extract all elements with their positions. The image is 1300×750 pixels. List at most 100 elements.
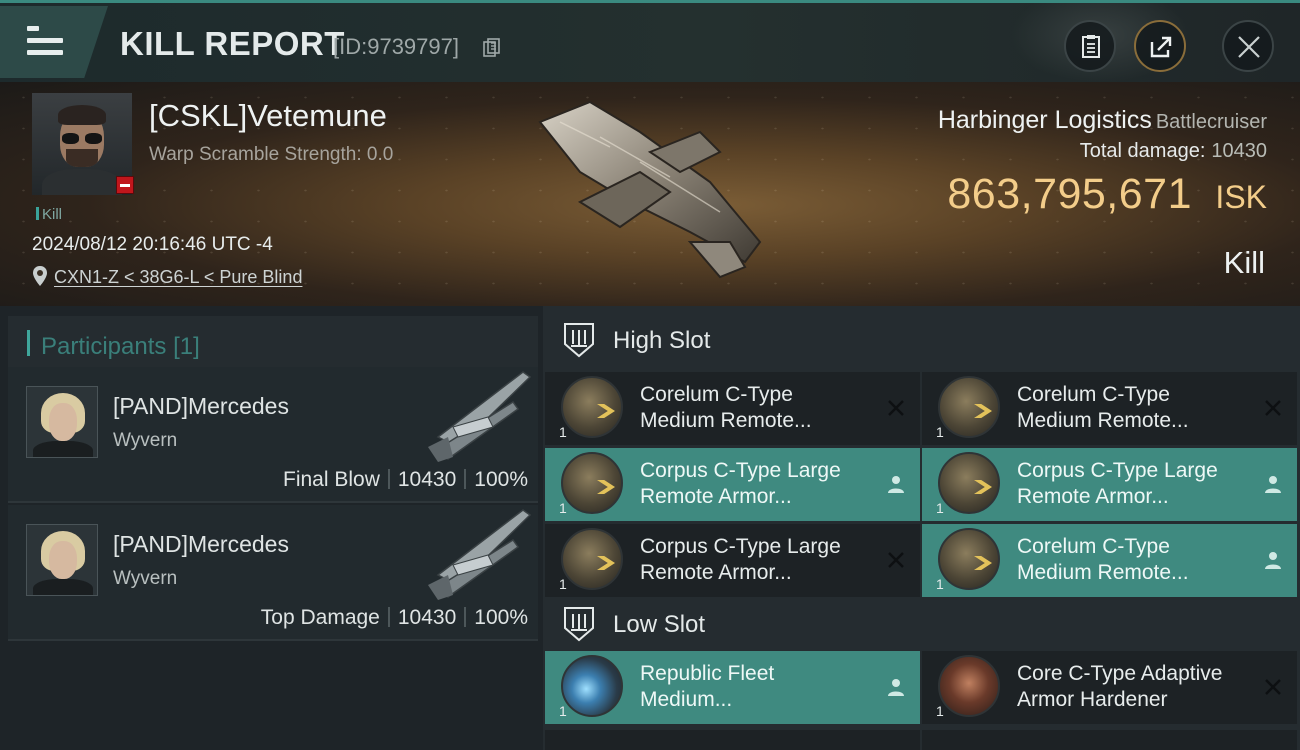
kill-tag: Kill xyxy=(36,206,62,223)
module-icon xyxy=(561,452,623,514)
participant-row[interactable]: [PAND]Mercedes Wyvern Final Blow 10430 100… xyxy=(8,367,538,503)
destroyed-icon xyxy=(1265,679,1281,695)
module-item[interactable]: 1 Core C-Type Adaptive Armor Hardener xyxy=(922,651,1297,724)
low-slot-header: Low Slot xyxy=(543,590,1300,658)
share-button[interactable] xyxy=(1134,20,1186,72)
module-icon xyxy=(561,655,623,717)
isk-unit: ISK xyxy=(1215,179,1267,215)
participant-role: Final Blow xyxy=(283,468,380,491)
participant-ship: Wyvern xyxy=(113,430,178,451)
location-link[interactable]: CXN1-Z < 38G6-L < Pure Blind xyxy=(54,267,302,288)
share-icon xyxy=(1150,36,1172,58)
module-item[interactable]: 1 Corelum C-Type Medium Remote... xyxy=(922,372,1297,445)
dropped-person-icon xyxy=(888,476,904,493)
module-name-line2: Remote Armor... xyxy=(640,561,792,584)
report-id: [ID:9739797] xyxy=(333,34,459,59)
module-icon xyxy=(561,528,623,590)
module-name: Corpus C-Type Large Remote Armor... xyxy=(640,458,870,510)
dropped-person-icon xyxy=(1265,552,1281,569)
kill-type: Kill xyxy=(1223,245,1265,280)
total-damage-value: 10430 xyxy=(1211,140,1267,162)
warp-scramble-strength: Warp Scramble Strength: 0.0 xyxy=(149,144,394,165)
location-pin-icon xyxy=(33,266,47,286)
dropped-person-icon xyxy=(888,679,904,696)
module-name-line1: Corpus C-Type Large xyxy=(640,535,841,558)
module-icon xyxy=(938,376,1000,438)
module-name-line1: Core C-Type Adaptive xyxy=(1017,662,1223,685)
module-name-line1: Corpus C-Type Large xyxy=(640,459,841,482)
high-slot-icon xyxy=(564,323,594,358)
participant-role: Top Damage xyxy=(260,606,380,629)
module-name: Corelum C-Type Medium Remote... xyxy=(1017,534,1247,586)
module-item-partial[interactable] xyxy=(922,730,1297,750)
module-name-line1: Corelum C-Type xyxy=(1017,383,1170,406)
module-name-line2: Medium Remote... xyxy=(1017,409,1189,432)
module-name-line2: Remote Armor... xyxy=(1017,485,1169,508)
module-name-line1: Corelum C-Type xyxy=(640,383,793,406)
close-icon xyxy=(1238,36,1260,58)
destroyed-icon xyxy=(888,552,904,568)
copy-icon[interactable] xyxy=(483,38,501,58)
ship-name-text: Harbinger Logistics xyxy=(937,106,1152,134)
isk-value: 863,795,671 xyxy=(947,170,1192,218)
kill-time: 2024/08/12 20:16:46 UTC -4 xyxy=(32,234,273,255)
victim-name[interactable]: [CSKL]Vetemune xyxy=(149,98,387,134)
module-icon xyxy=(938,528,1000,590)
participants-title-text: Participants xyxy=(41,333,167,360)
participant-stats: Final Blow 10430 100% xyxy=(283,468,528,492)
module-item[interactable]: 1 Corpus C-Type Large Remote Armor... xyxy=(545,524,920,597)
module-name-line2: Medium Remote... xyxy=(1017,561,1189,584)
module-item[interactable]: 1 Corpus C-Type Large Remote Armor... xyxy=(922,448,1297,521)
module-name-line1: Corelum C-Type xyxy=(1017,535,1170,558)
participant-percent: 100% xyxy=(474,468,528,491)
total-damage-label: Total damage: xyxy=(1079,140,1206,162)
wyvern-ship-image xyxy=(428,509,532,600)
module-quantity: 1 xyxy=(559,703,567,719)
module-name: Corelum C-Type Medium Remote... xyxy=(1017,382,1247,434)
participant-portrait[interactable] xyxy=(26,386,98,458)
module-name: Core C-Type Adaptive Armor Hardener xyxy=(1017,661,1247,713)
wyvern-ship-image xyxy=(428,371,532,462)
participant-damage: 10430 xyxy=(397,606,457,629)
kill-banner: [CSKL]Vetemune Warp Scramble Strength: 0… xyxy=(0,82,1300,306)
module-name-line2: Medium... xyxy=(640,688,733,711)
module-name-line1: Republic Fleet xyxy=(640,662,775,685)
participants-header: Participants [1] xyxy=(8,316,538,370)
menu-button[interactable] xyxy=(0,6,108,78)
module-item[interactable]: 1 Corelum C-Type Medium Remote... xyxy=(922,524,1297,597)
module-name: Corelum C-Type Medium Remote... xyxy=(640,382,870,434)
module-icon xyxy=(938,655,1000,717)
page-title: KILL REPORT xyxy=(120,25,345,62)
module-icon xyxy=(938,452,1000,514)
participants-title: Participants [1] xyxy=(41,333,200,361)
module-item-partial[interactable] xyxy=(545,730,920,750)
participants-count: [1] xyxy=(173,333,200,360)
module-name-line1: Corpus C-Type Large xyxy=(1017,459,1218,482)
fitting-panel: High Slot 1 Corelum C-Type Medium Remote.… xyxy=(543,306,1300,750)
total-damage: Total damage: 10430 xyxy=(1080,140,1267,163)
participant-ship: Wyvern xyxy=(113,568,178,589)
module-item[interactable]: 1 Corelum C-Type Medium Remote... xyxy=(545,372,920,445)
ship-class: Battlecruiser xyxy=(1155,111,1267,133)
module-item[interactable]: 1 Corpus C-Type Large Remote Armor... xyxy=(545,448,920,521)
close-button[interactable] xyxy=(1222,20,1274,72)
standing-minus-icon xyxy=(116,176,134,194)
module-name-line2: Medium Remote... xyxy=(640,409,812,432)
module-quantity: 1 xyxy=(936,424,944,440)
module-quantity: 1 xyxy=(936,703,944,719)
participants-panel: Participants [1] [PAND]Mercedes Wyvern F… xyxy=(0,306,543,750)
clipboard-button[interactable] xyxy=(1064,20,1116,72)
module-item[interactable]: 1 Republic Fleet Medium... xyxy=(545,651,920,724)
module-quantity: 1 xyxy=(559,500,567,516)
victim-ship-name[interactable]: Harbinger Logistics Battlecruiser xyxy=(938,106,1267,135)
low-slot-title: Low Slot xyxy=(613,611,706,638)
clipboard-icon xyxy=(1082,35,1100,58)
destroyed-icon xyxy=(888,400,904,416)
participant-row[interactable]: [PAND]Mercedes Wyvern Top Damage 10430 100… xyxy=(8,505,538,641)
module-name: Corpus C-Type Large Remote Armor... xyxy=(640,534,870,586)
destroyed-icon xyxy=(1265,400,1281,416)
module-quantity: 1 xyxy=(559,424,567,440)
participant-name: [PAND]Mercedes xyxy=(113,393,289,419)
dropped-person-icon xyxy=(1265,476,1281,493)
participant-portrait[interactable] xyxy=(26,524,98,596)
